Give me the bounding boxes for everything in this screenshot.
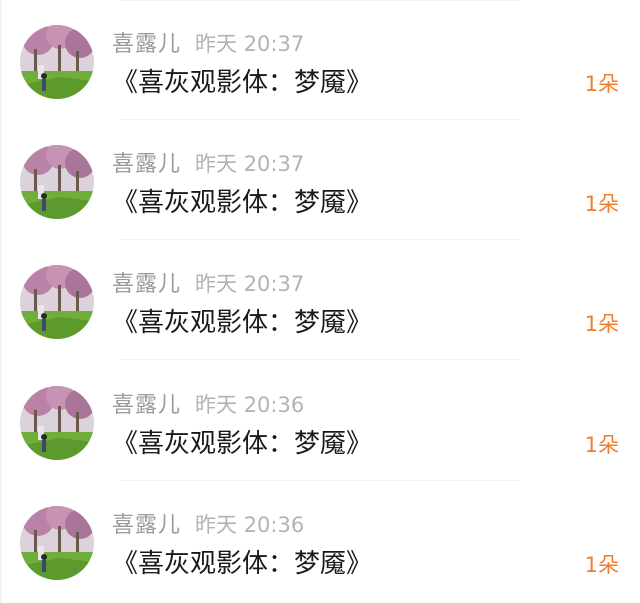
avatar-photo-icon: [20, 265, 94, 339]
message-list: 喜露儿 昨天 20:37 《喜灰观影体：梦魇》 1朵 喜露儿 昨天 20:37 …: [0, 0, 640, 603]
flower-count: 1朵: [584, 192, 619, 216]
flower-count: 1朵: [584, 312, 619, 336]
message-meta: 喜露儿 昨天 20:36: [112, 388, 304, 422]
avatar[interactable]: [20, 506, 94, 580]
item-divider: [120, 359, 520, 360]
avatar[interactable]: [20, 145, 94, 219]
username[interactable]: 喜露儿: [112, 32, 181, 57]
username[interactable]: 喜露儿: [112, 393, 181, 418]
message-title[interactable]: 《喜灰观影体：梦魇》: [112, 183, 372, 223]
message-title[interactable]: 《喜灰观影体：梦魇》: [112, 544, 372, 584]
avatar-photo-icon: [20, 25, 94, 99]
avatar[interactable]: [20, 25, 94, 99]
message-item[interactable]: 喜露儿 昨天 20:37 《喜灰观影体：梦魇》 1朵: [0, 0, 640, 120]
avatar-photo-icon: [20, 145, 94, 219]
message-meta: 喜露儿 昨天 20:37: [112, 267, 304, 301]
avatar-photo-icon: [20, 506, 94, 580]
message-item[interactable]: 喜露儿 昨天 20:36 《喜灰观影体：梦魇》 1朵: [0, 361, 640, 481]
timestamp: 昨天 20:37: [195, 32, 305, 56]
message-meta: 喜露儿 昨天 20:36: [112, 508, 304, 542]
timestamp: 昨天 20:36: [195, 393, 305, 417]
flower-count: 1朵: [584, 553, 619, 577]
message-item[interactable]: 喜露儿 昨天 20:36 《喜灰观影体：梦魇》 1朵: [0, 481, 640, 601]
username[interactable]: 喜露儿: [112, 272, 181, 297]
avatar-photo-icon: [20, 386, 94, 460]
timestamp: 昨天 20:36: [195, 513, 305, 537]
username[interactable]: 喜露儿: [112, 152, 181, 177]
flower-count: 1朵: [584, 433, 619, 457]
flower-count: 1朵: [584, 72, 619, 96]
username[interactable]: 喜露儿: [112, 513, 181, 538]
timestamp: 昨天 20:37: [195, 152, 305, 176]
avatar[interactable]: [20, 265, 94, 339]
timestamp: 昨天 20:37: [195, 272, 305, 296]
message-title[interactable]: 《喜灰观影体：梦魇》: [112, 303, 372, 343]
message-item[interactable]: 喜露儿 昨天 20:37 《喜灰观影体：梦魇》 1朵: [0, 240, 640, 360]
message-item[interactable]: 喜露儿 昨天 20:37 《喜灰观影体：梦魇》 1朵: [0, 120, 640, 240]
message-meta: 喜露儿 昨天 20:37: [112, 27, 304, 61]
avatar[interactable]: [20, 386, 94, 460]
message-title[interactable]: 《喜灰观影体：梦魇》: [112, 63, 372, 103]
message-meta: 喜露儿 昨天 20:37: [112, 147, 304, 181]
message-title[interactable]: 《喜灰观影体：梦魇》: [112, 424, 372, 464]
